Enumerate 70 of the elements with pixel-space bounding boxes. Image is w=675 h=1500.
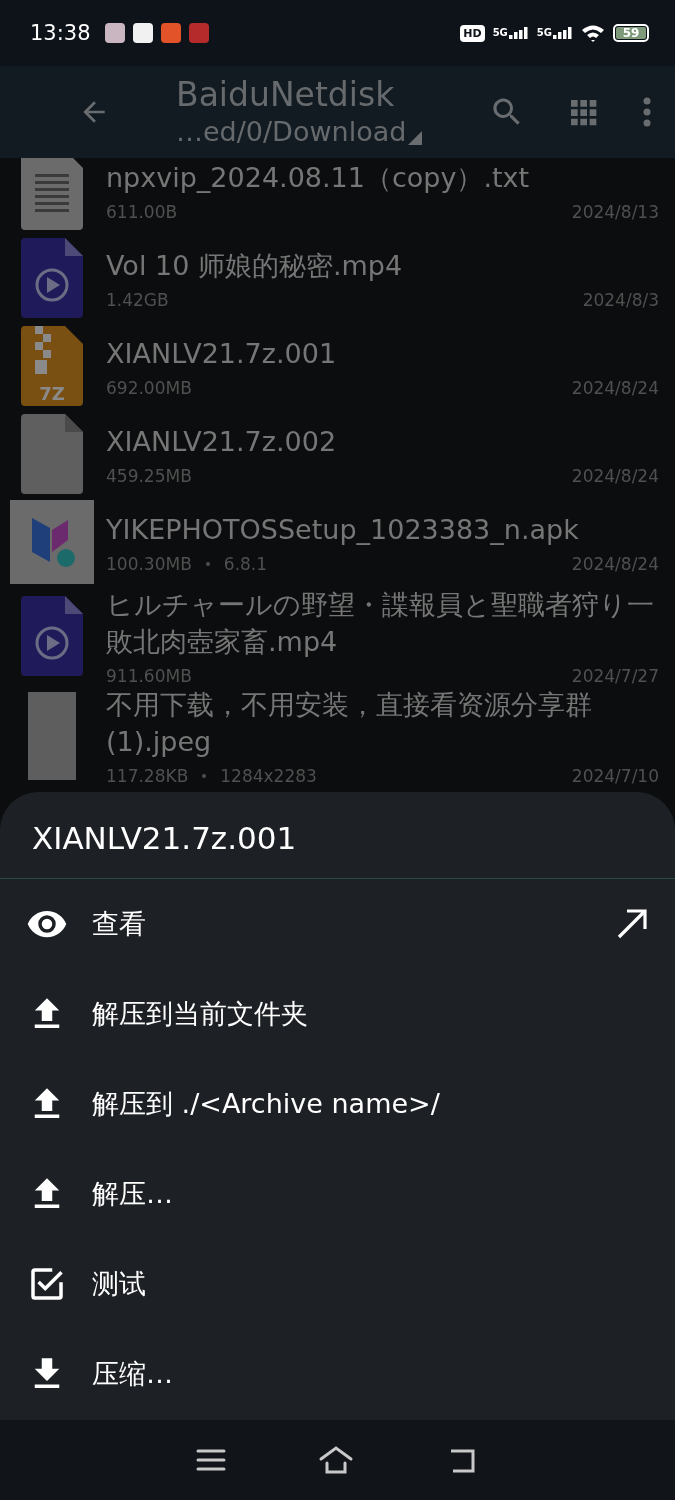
action-label: 压缩… bbox=[92, 1357, 173, 1391]
file-date: 2024/7/10 bbox=[571, 766, 659, 786]
file-name: npxvip_2024.08.11（copy）.txt bbox=[106, 160, 531, 195]
file-detail: 1284x2283 bbox=[220, 766, 317, 786]
separator-dot bbox=[205, 561, 210, 566]
hd-indicator: HD bbox=[460, 24, 485, 42]
app-notification-icon bbox=[132, 23, 153, 43]
action-item[interactable]: 压缩… bbox=[0, 1329, 675, 1419]
app-notification-icon bbox=[160, 23, 181, 43]
wifi-icon bbox=[581, 24, 605, 42]
action-item[interactable]: 查看 bbox=[0, 879, 675, 969]
signal-icon bbox=[553, 27, 573, 39]
file-row[interactable]: npxvip_2024.08.11（copy）.txt 611.00B 2024/8/13 bbox=[0, 158, 675, 234]
action-item[interactable]: 解压… bbox=[0, 1149, 675, 1239]
action-label: 查看 bbox=[92, 907, 146, 941]
file-size: 1.42GB bbox=[106, 289, 169, 310]
file-icon bbox=[21, 414, 83, 494]
toolbar-title: BaiduNetdisk bbox=[176, 75, 396, 115]
video-file-icon bbox=[21, 238, 83, 318]
file-row[interactable]: 7Z XIANLV21.7z.001 692.00MB 2024/8/24 bbox=[0, 322, 675, 410]
file-detail: 6.8.1 bbox=[223, 553, 268, 574]
action-label: 解压… bbox=[92, 1177, 173, 1211]
file-date: 2024/8/24 bbox=[571, 377, 659, 398]
file-name: ヒルチャールの野望・諜報員と聖職者狩り一敗北肉壺家畜.mp4 bbox=[106, 588, 655, 659]
signal-icon bbox=[508, 27, 529, 39]
file-row[interactable]: ヒルチャールの野望・諜報員と聖職者狩り一敗北肉壺家畜.mp4 911.60MB 2024/7/27 bbox=[0, 586, 675, 686]
file-row[interactable]: XIANLV21.7z.002 459.25MB 2024/8/24 bbox=[0, 410, 675, 498]
file-date: 2024/7/27 bbox=[571, 666, 659, 686]
home-icon[interactable] bbox=[318, 1445, 355, 1475]
more-icon[interactable] bbox=[641, 96, 653, 128]
file-size: 611.00B bbox=[106, 201, 178, 222]
battery-icon: 59 bbox=[613, 24, 649, 42]
file-name: 不用下载，不用安装，直接看资源分享群(1).jpeg bbox=[106, 688, 593, 759]
app-logo-icon bbox=[10, 500, 94, 584]
file-name: Vol 10 师娘的秘密.mp4 bbox=[106, 248, 404, 283]
action-label: 测试 bbox=[92, 1267, 146, 1301]
dropdown-triangle-icon bbox=[408, 131, 423, 145]
file-size: 911.60MB bbox=[106, 666, 192, 686]
file-date: 2024/8/24 bbox=[571, 553, 659, 574]
file-size: 692.00MB bbox=[106, 377, 192, 398]
network-label: 5G bbox=[492, 27, 508, 38]
text-file-icon bbox=[21, 158, 83, 230]
file-size: 100.30MB bbox=[106, 553, 192, 574]
file-date: 2024/8/3 bbox=[582, 289, 659, 310]
action-item[interactable]: 测试 bbox=[0, 1239, 675, 1329]
path-dropdown[interactable]: …ed/0/Download bbox=[176, 115, 447, 149]
file-date: 2024/8/24 bbox=[571, 465, 659, 486]
file-size: 459.25MB bbox=[106, 465, 192, 486]
separator-dot bbox=[202, 774, 207, 778]
file-date: 2024/8/13 bbox=[571, 201, 659, 222]
app-notification-icon bbox=[104, 23, 125, 43]
file-name: XIANLV21.7z.001 bbox=[106, 336, 338, 371]
sheet-title: XIANLV21.7z.001 bbox=[0, 792, 675, 879]
archive-file-icon: 7Z bbox=[21, 326, 83, 406]
arrow-up-right-icon[interactable] bbox=[615, 907, 649, 941]
action-item[interactable]: 解压到 ./<Archive name>/ bbox=[0, 1059, 675, 1149]
menu-icon[interactable] bbox=[196, 1448, 227, 1472]
app-notification-icon bbox=[188, 23, 209, 43]
video-file-icon bbox=[21, 596, 83, 676]
file-row[interactable]: 不用下载，不用安装，直接看资源分享群(1).jpeg 117.28KB 1284x2283 2024/7/10 bbox=[0, 686, 675, 786]
file-row[interactable]: YIKEPHOTOSSetup_1023383_n.apk 100.30MB 6.8.1 2024/8/24 bbox=[0, 498, 675, 586]
action-label: 解压到当前文件夹 bbox=[92, 997, 308, 1031]
file-size: 117.28KB bbox=[106, 766, 189, 786]
action-label: 解压到 ./<Archive name>/ bbox=[92, 1087, 440, 1121]
file-row[interactable]: Vol 10 师娘的秘密.mp4 1.42GB 2024/8/3 bbox=[0, 234, 675, 322]
file-name: YIKEPHOTOSSetup_1023383_n.apk bbox=[106, 512, 580, 547]
file-name: XIANLV21.7z.002 bbox=[106, 424, 338, 459]
action-item[interactable]: 解压到当前文件夹 bbox=[0, 969, 675, 1059]
status-time: 13:38 bbox=[30, 21, 91, 45]
network-label: 5G bbox=[536, 27, 552, 38]
